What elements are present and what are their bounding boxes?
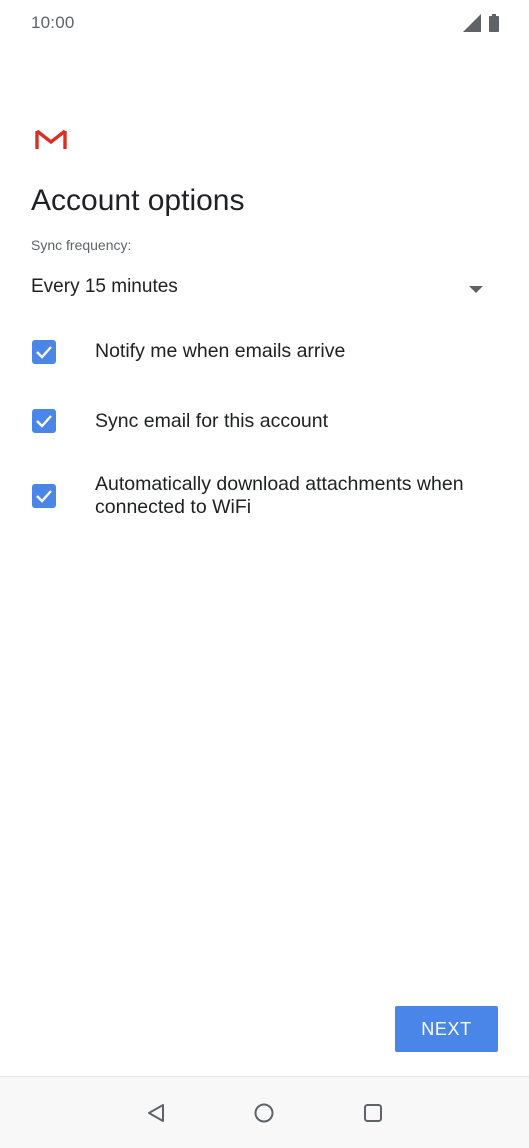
option-notify: Notify me when emails arrive	[31, 336, 501, 368]
account-options-screen: 10:00 Account options Sync frequency: Ev…	[0, 0, 529, 1148]
notify-checkbox[interactable]	[32, 340, 56, 364]
auto-download-checkbox[interactable]	[32, 484, 56, 508]
status-icons	[463, 13, 499, 33]
page-title: Account options	[31, 184, 245, 217]
next-button[interactable]: NEXT	[395, 1006, 498, 1052]
auto-download-label: Automatically download attachments when …	[95, 473, 464, 518]
check-icon	[36, 346, 52, 359]
sync-email-checkbox[interactable]	[32, 409, 56, 433]
home-icon[interactable]	[250, 1099, 278, 1127]
sync-email-label: Sync email for this account	[95, 410, 329, 432]
option-auto-download: Automatically download attachments when …	[31, 470, 501, 524]
navigation-bar	[0, 1076, 529, 1148]
option-sync-email: Sync email for this account	[31, 405, 501, 437]
status-time: 10:00	[31, 13, 75, 32]
status-bar: 10:00	[0, 0, 529, 48]
gmail-logo-icon	[35, 127, 67, 151]
signal-icon	[463, 14, 481, 32]
check-icon	[36, 490, 52, 503]
back-icon[interactable]	[142, 1099, 170, 1127]
sync-frequency-dropdown[interactable]: Every 15 minutes	[31, 268, 491, 306]
sync-frequency-label: Sync frequency:	[31, 237, 132, 253]
notify-label: Notify me when emails arrive	[95, 340, 346, 362]
battery-icon	[489, 14, 499, 32]
sync-frequency-value: Every 15 minutes	[31, 276, 178, 297]
check-icon	[36, 415, 52, 428]
chevron-down-icon	[469, 281, 483, 293]
recents-icon[interactable]	[359, 1099, 387, 1127]
